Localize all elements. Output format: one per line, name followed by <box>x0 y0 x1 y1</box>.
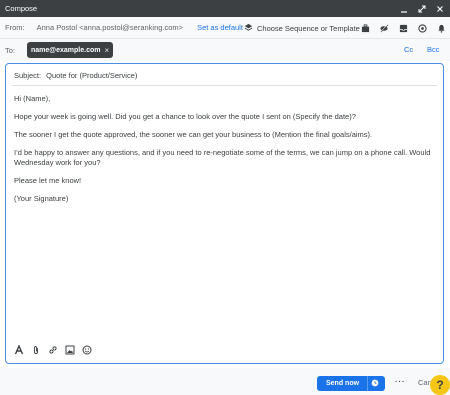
sender-address[interactable]: Anna Postol <anna.postol@seranking.com> <box>37 23 183 32</box>
to-row: To: name@example.com × Cc Bcc <box>0 39 450 61</box>
body-paragraph-2: The sooner I get the quote approved, the… <box>14 130 373 139</box>
chat-icon[interactable] <box>417 23 427 33</box>
minimize-icon[interactable] <box>399 4 408 13</box>
message-body[interactable]: Hi (Name), Hope your week is going well.… <box>14 94 434 212</box>
briefcase-icon[interactable] <box>360 23 370 33</box>
more-options-button[interactable]: ··· <box>395 377 406 386</box>
subject-field[interactable]: Subject: Quote for (Product/Service) <box>14 71 137 80</box>
emoji-icon[interactable] <box>82 345 92 355</box>
recipient-chip[interactable]: name@example.com × <box>27 42 114 58</box>
choose-sequence-button[interactable]: Choose Sequence or Template <box>244 17 360 39</box>
inbox-icon[interactable] <box>398 23 408 33</box>
tracking-hidden-icon[interactable] <box>379 23 389 33</box>
set-default-link[interactable]: Set as default <box>197 23 243 32</box>
compose-footer: Send now ··· Can <box>0 368 450 395</box>
to-label: To: <box>5 45 16 55</box>
bcc-link[interactable]: Bcc <box>427 45 440 54</box>
body-paragraph-3: I’d be happy to answer any questions, an… <box>14 148 431 167</box>
send-now-button[interactable]: Send now <box>317 376 385 391</box>
subject-value[interactable]: Quote for (Product/Service) <box>46 71 137 80</box>
send-label: Send now <box>326 380 360 387</box>
window-title: Compose <box>5 4 38 13</box>
remove-recipient-icon[interactable]: × <box>104 46 109 55</box>
body-greeting: Hi (Name), <box>14 94 51 103</box>
body-paragraph-4: Please let me know! <box>14 175 82 185</box>
subject-divider <box>12 85 437 86</box>
subject-label: Subject: <box>14 71 42 80</box>
schedule-clock-icon[interactable] <box>371 379 379 389</box>
message-editor[interactable]: Subject: Quote for (Product/Service) Hi … <box>5 63 444 364</box>
attachment-icon[interactable] <box>31 345 41 355</box>
help-button[interactable]: ? <box>430 375 450 395</box>
body-paragraph-1: Hope your week is going well. Did you ge… <box>14 112 356 121</box>
send-divider <box>367 376 368 391</box>
expand-icon[interactable] <box>417 4 426 13</box>
link-icon[interactable] <box>48 345 58 355</box>
recipient-email: name@example.com <box>31 46 101 54</box>
from-label: From: <box>5 23 25 32</box>
sequence-label: Choose Sequence or Template <box>257 23 360 33</box>
formatting-toolbar <box>14 345 92 355</box>
compose-titlebar: Compose <box>0 0 450 17</box>
body-signature: (Your Signature) <box>14 193 69 203</box>
close-icon[interactable] <box>435 4 444 13</box>
text-format-icon[interactable] <box>14 345 24 355</box>
layers-icon <box>244 23 253 34</box>
cc-link[interactable]: Cc <box>404 45 413 54</box>
from-row: From: Anna Postol <anna.postol@seranking… <box>0 17 450 39</box>
help-label: ? <box>436 378 444 392</box>
bell-icon[interactable] <box>436 23 446 33</box>
image-icon[interactable] <box>65 345 75 355</box>
